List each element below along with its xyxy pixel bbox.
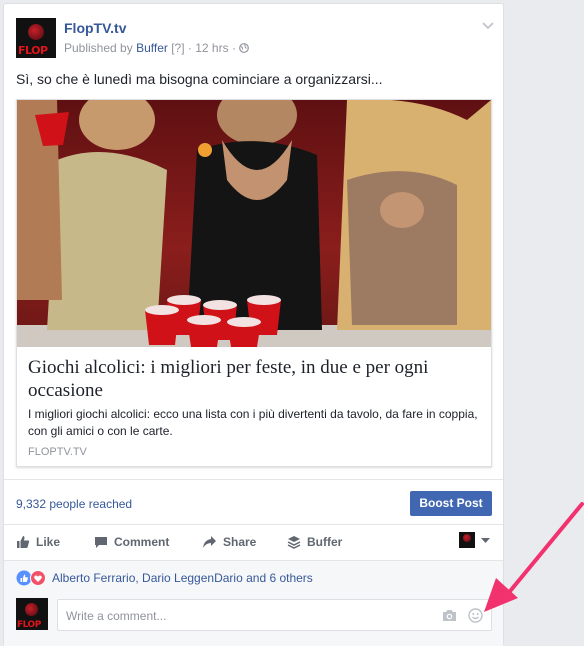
preview-photo[interactable] (17, 100, 491, 347)
meta-separator-2: · (231, 41, 236, 55)
thumbs-up-icon (17, 536, 30, 548)
logo-mascot (28, 24, 44, 40)
like-label: Like (36, 535, 61, 549)
post-card: FLOP FlopTV.tv Published by Buffer [?] ·… (3, 3, 504, 646)
commenter-logo-text: FLOP (17, 620, 41, 630)
globe-icon (239, 43, 250, 53)
buffer-label: Buffer (307, 535, 343, 549)
post-text: Sì, so che è lunedì ma bisogna cominciar… (16, 71, 383, 87)
published-by-label: Published by (64, 41, 133, 55)
chevron-down-icon[interactable] (482, 22, 494, 30)
annotation-arrow (484, 502, 584, 612)
like-button[interactable]: Like (16, 535, 60, 549)
divider (4, 479, 503, 480)
share-arrow-icon (203, 536, 216, 548)
help-marker[interactable]: [?] (171, 41, 184, 55)
link-description: I migliori giochi alcolici: ecco una lis… (28, 407, 478, 438)
publisher-link[interactable]: Buffer (136, 41, 168, 55)
comment-button[interactable]: Comment (94, 535, 169, 549)
reach-link[interactable]: 9,332 people reached (16, 497, 132, 511)
commenter-avatar: FLOP (16, 598, 48, 630)
reactions-summary-link[interactable]: Alberto Ferrario, Dario LeggenDario and … (52, 571, 313, 585)
avatar-logo-text: FLOP (18, 44, 48, 57)
share-label: Share (223, 535, 257, 549)
comment-input[interactable] (64, 606, 428, 626)
commenter-logo-mascot (25, 603, 38, 616)
buffer-button[interactable]: Buffer (287, 535, 342, 549)
post-meta: Published by Buffer [?] · 12 hrs · (64, 41, 250, 55)
speech-bubble-icon (95, 537, 107, 548)
camera-icon[interactable] (442, 609, 457, 622)
divider (4, 560, 503, 561)
share-button[interactable]: Share (202, 535, 256, 549)
divider (4, 524, 503, 525)
post-time[interactable]: 12 hrs (195, 41, 228, 55)
link-headline[interactable]: Giochi alcolici: i migliori per feste, i… (28, 356, 478, 402)
link-domain: FLOPTV.TV (28, 446, 87, 458)
like-love-reaction-icon (16, 570, 46, 586)
comment-box[interactable] (57, 599, 492, 631)
page-name-link[interactable]: FlopTV.tv (64, 20, 127, 36)
buffer-stack-icon (287, 536, 301, 549)
meta-separator: · (187, 41, 192, 55)
link-preview[interactable]: Giochi alcolici: i migliori per feste, i… (16, 99, 492, 467)
comment-label: Comment (114, 535, 170, 549)
reaction-icons[interactable] (16, 570, 48, 591)
page-avatar[interactable]: FLOP (16, 18, 56, 58)
